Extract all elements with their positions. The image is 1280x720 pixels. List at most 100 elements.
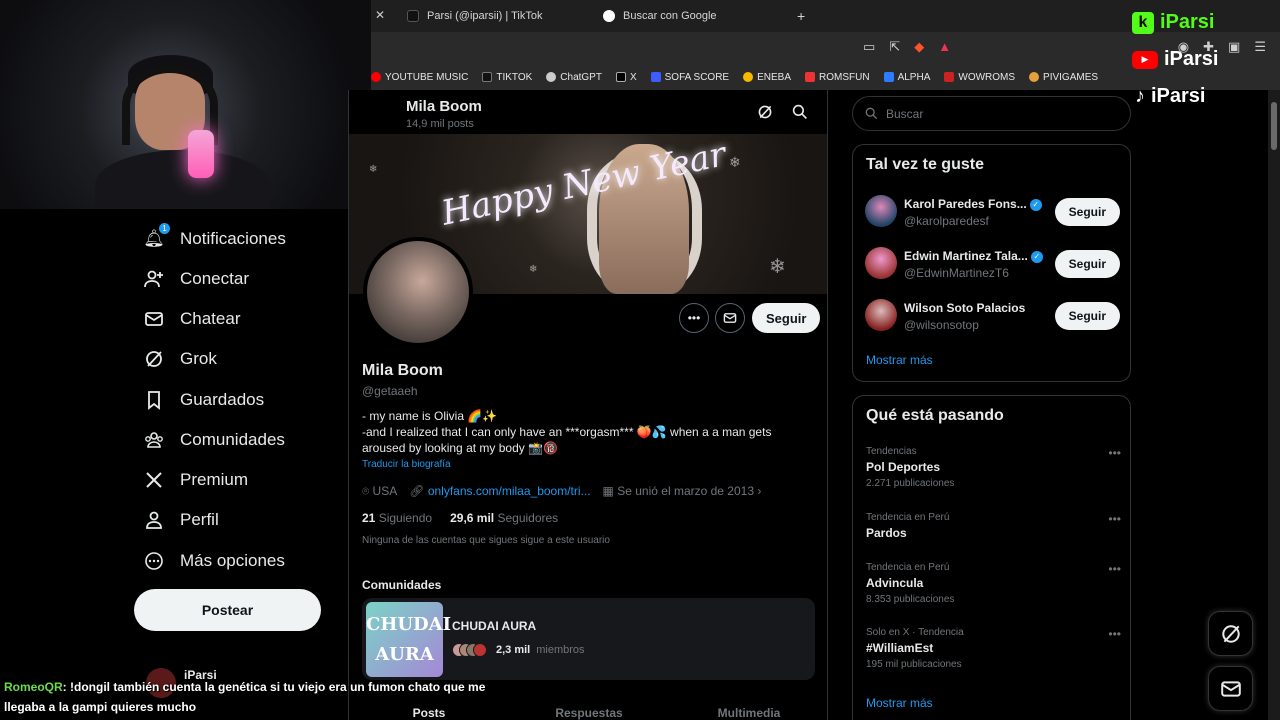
search-icon[interactable] [792,104,808,123]
community-members: 2,3 mil miembros [452,643,585,657]
bookmark-x[interactable]: X [615,72,637,83]
translate-bio-link[interactable]: Traducir la biografía [362,459,451,470]
close-tab-icon[interactable]: ✕ [375,8,385,22]
more-options-button[interactable]: ••• [679,303,709,333]
google-icon [603,10,615,22]
trend-item[interactable]: Tendencia en Perú Advincula 8.353 public… [866,562,1121,605]
share-icon[interactable]: ⇱ [889,39,900,55]
tab-google[interactable]: Buscar con Google [603,4,717,28]
tiktok-branding: ♪ iParsi [1135,85,1206,107]
bookmark-icon [144,390,164,410]
nav-more[interactable]: Más opciones [144,551,285,571]
trend-item[interactable]: Tendencias Pol Deportes 2.271 publicacio… [866,446,1121,489]
nav-profile[interactable]: Perfil [144,510,219,530]
more-options-icon[interactable]: ••• [1108,512,1121,526]
follow-button[interactable]: Seguir [1054,250,1120,278]
bell-icon: 🔔︎ 1 [143,223,170,249]
nav-grok[interactable]: Grok [144,349,217,369]
search-input[interactable]: Buscar [852,96,1131,131]
suggestion-row[interactable]: Karol Paredes Fons... ✓ @karolparedesf Se… [865,195,1120,229]
suggestion-row[interactable]: Wilson Soto Palacios @wilsonsotop Seguir [865,299,1120,333]
profile-name: Mila Boom [362,362,443,379]
community-card[interactable]: CHUDAI AURA CHUDAI AURA 2,3 mil miembros [362,598,815,680]
tab-media[interactable]: Multimedia [669,706,827,720]
profile-bio: - my name is Olivia 🌈✨ -and I realized t… [362,409,772,455]
calendar-icon: ▦ [602,484,614,498]
profile-link[interactable]: onlyfans.com/milaa_boom/tri... [428,484,591,498]
cast-icon[interactable]: ▭ [863,39,875,55]
nav-notifications[interactable]: 🔔︎ 1 Notificaciones [143,223,286,249]
trend-item[interactable]: Solo en X · Tendencia #WilliamEst 195 mi… [866,627,1121,670]
nav-saved[interactable]: Guardados [144,390,264,410]
more-options-icon[interactable]: ••• [1108,446,1121,460]
who-to-follow-title: Tal vez te guste [866,156,984,173]
bookmark-pivigames[interactable]: PIVIGAMES [1029,72,1098,83]
menu-icon[interactable]: ☰ [1254,39,1266,55]
message-button[interactable] [715,303,745,333]
more-options-icon[interactable]: ••• [1108,562,1121,576]
avatar [865,195,897,227]
person-icon [144,510,164,530]
verified-badge-icon: ✓ [1029,198,1042,211]
sidebar-icon[interactable]: ▣ [1228,39,1240,55]
bookmark-wowroms[interactable]: WOWROMS [944,72,1015,83]
follow-button[interactable]: Seguir [1054,302,1120,330]
mail-icon [144,309,164,329]
right-sidebar: Buscar Tal vez te guste Karol Paredes Fo… [828,90,1268,720]
trends-show-more-link[interactable]: Mostrar más [866,696,933,710]
post-button[interactable]: Postear [134,589,321,631]
pivigames-icon [1029,72,1040,82]
grok-icon[interactable] [757,104,773,123]
new-tab-button[interactable]: + [797,4,805,28]
bookmark-tiktok[interactable]: TIKTOK [482,72,532,83]
more-circle-icon [144,551,164,571]
who-to-follow-panel: Tal vez te guste Karol Paredes Fons... ✓ … [852,144,1131,382]
alpha-icon [883,72,894,82]
nav-premium[interactable]: Premium [144,470,248,490]
bookmark-romsfun[interactable]: ROMSFUN [805,72,870,83]
nav-chat[interactable]: Chatear [144,309,240,329]
bookmark-sofascore[interactable]: SOFA SCORE [650,72,729,83]
more-options-icon[interactable]: ••• [1108,627,1121,641]
brave-shield-icon[interactable]: ◆ [914,39,924,55]
location-icon: ⌾ [362,484,370,498]
trend-item[interactable]: Tendencia en Perú Pardos ••• [866,512,1121,540]
nav-communities[interactable]: Comunidades [144,430,285,450]
kick-logo-icon: k [1132,11,1154,34]
bookmark-youtube-music[interactable]: YOUTUBE MUSIC [371,72,468,83]
x-logo-icon [144,470,164,490]
add-person-icon [144,269,164,289]
mail-icon [1220,680,1241,697]
tiktok-icon [407,10,419,22]
chevron-right-icon[interactable]: › [757,484,761,498]
grok-icon [144,349,164,369]
header-post-count: 14,9 mil posts [406,118,474,130]
profile-header-bar: Mila Boom 14,9 mil posts [349,90,827,134]
tab-tiktok[interactable]: Parsi (@iparsii) | TikTok [407,4,542,28]
follow-button[interactable]: Seguir [1054,198,1120,226]
grok-floating-button[interactable] [1208,611,1253,656]
verified-badge-icon: ✓ [1030,250,1043,263]
tiktok-logo-icon: ♪ [1135,85,1145,107]
link-icon: 🔗︎ [409,484,425,498]
follow-button[interactable]: Seguir [752,303,821,333]
messages-floating-button[interactable] [1208,666,1253,711]
bookmark-chatgpt[interactable]: ChatGPT [546,72,602,83]
chatgpt-icon [546,72,557,82]
show-more-link[interactable]: Mostrar más [866,353,933,367]
page-scrollbar[interactable] [1268,90,1280,720]
chat-username: RomeoQR [4,680,63,694]
rewards-icon[interactable]: ▲ [938,39,951,55]
bookmark-eneba[interactable]: ENEBA [743,72,791,83]
mutual-followers-note: Ninguna de las cuentas que sigues sigue … [362,535,610,546]
nav-connect[interactable]: Conectar [144,269,249,289]
following-link[interactable]: 21 Siguiendo [362,511,432,525]
suggestion-row[interactable]: Edwin Martinez Tala... ✓ @EdwinMartinezT6… [865,247,1120,281]
profile-avatar[interactable] [363,237,473,347]
trends-title: Qué está pasando [866,407,1004,424]
communities-icon [144,430,164,450]
followers-link[interactable]: 29,6 mil Seguidores [450,511,558,525]
profile-actions: ••• Seguir [679,303,821,333]
bookmark-alpha[interactable]: ALPHA [883,72,930,83]
tab-replies[interactable]: Respuestas [509,706,669,720]
